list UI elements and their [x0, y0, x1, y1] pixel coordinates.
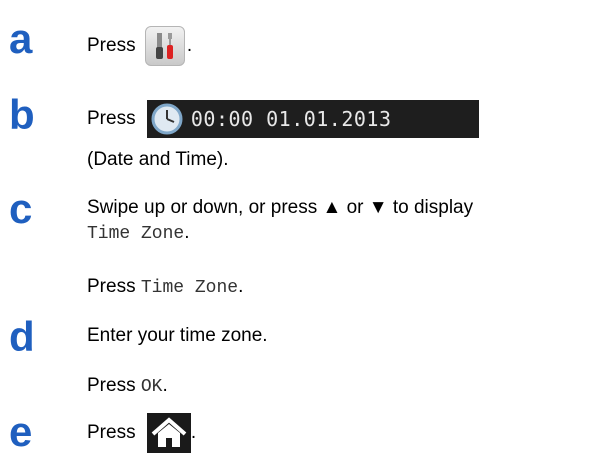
step-letter-e: e	[9, 408, 33, 455]
step-d-code-ok: OK	[140, 377, 163, 397]
step-c-code-time-zone-2: Time Zone	[140, 278, 239, 298]
home-button[interactable]	[146, 413, 191, 453]
date-time-text: 00:00 01.01.2013	[190, 107, 392, 131]
step-c-press-text: Press	[87, 276, 136, 297]
step-e-line: Press .	[87, 413, 196, 453]
step-d-line2: Press OK.	[87, 375, 168, 397]
home-icon	[151, 417, 187, 447]
step-letter-d: d	[9, 313, 35, 360]
step-c-line1: Swipe up or down, or press ▲ or ▼ to dis…	[87, 197, 474, 218]
step-a-period: .	[186, 35, 193, 57]
step-c-period: .	[184, 222, 190, 243]
step-a-line: Press .	[87, 26, 192, 66]
step-c-code-time-zone: Time Zone	[87, 224, 185, 244]
step-b-caption: (Date and Time).	[87, 149, 229, 170]
step-e-press-text: Press	[87, 422, 136, 444]
date-time-button[interactable]: 00:00 01.01.2013	[146, 100, 479, 138]
settings-tools-icon[interactable]	[144, 26, 185, 66]
step-d-press-text: Press	[87, 375, 136, 396]
step-letter-b: b	[9, 91, 35, 138]
step-c-line2: Time Zone.	[87, 222, 190, 245]
step-a-press-text: Press	[87, 35, 136, 57]
step-b-press-text: Press	[87, 108, 136, 130]
step-b-line: Press 00:00 01.01.2013	[87, 100, 479, 138]
step-d-line1: Enter your time zone.	[87, 325, 268, 346]
step-letter-c: c	[9, 185, 33, 232]
step-e-period: .	[190, 422, 197, 444]
clock-icon	[151, 103, 183, 135]
step-c-line3: Press Time Zone.	[87, 276, 244, 298]
step-letter-a: a	[9, 15, 33, 62]
